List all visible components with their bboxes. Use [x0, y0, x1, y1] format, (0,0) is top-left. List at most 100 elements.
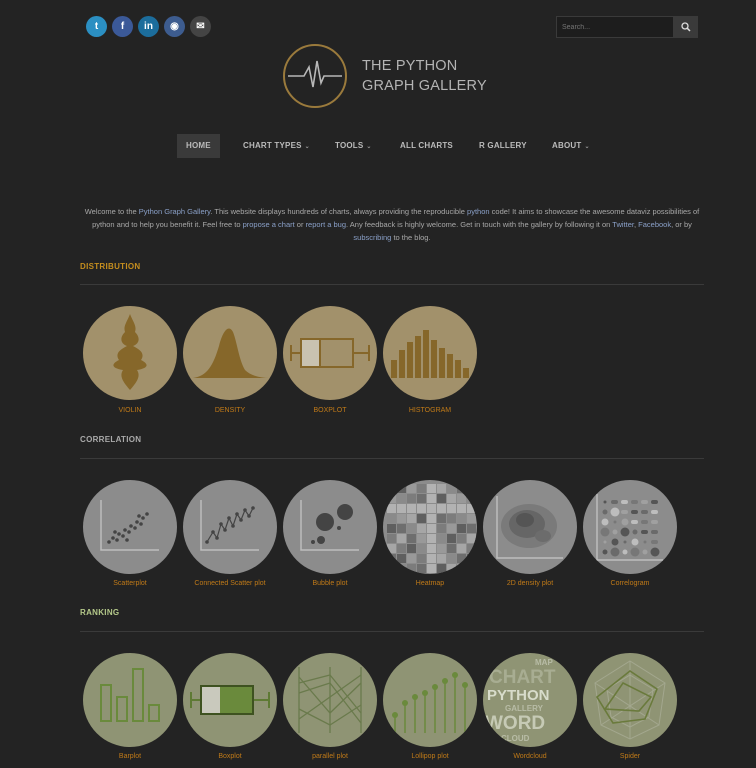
propose-chart-link[interactable]: propose a chart: [243, 220, 295, 229]
subscribe-link[interactable]: subscribing: [353, 233, 391, 242]
facebook-icon[interactable]: f: [112, 16, 133, 37]
nav-chart-types-label: CHART TYPES: [243, 141, 302, 150]
bubble-plot-caption[interactable]: Bubble plot: [275, 580, 385, 587]
site-logo[interactable]: THE PYTHON GRAPH GALLERY: [282, 43, 487, 109]
gallery-link[interactable]: Python Graph Gallery: [139, 207, 211, 216]
scatterplot-thumbnail[interactable]: [83, 480, 177, 574]
correlogram-caption[interactable]: Correlogram: [575, 580, 685, 587]
parallel-plot-caption[interactable]: parallel plot: [275, 753, 385, 760]
search-input[interactable]: [556, 16, 674, 38]
heatmap-cell: [467, 484, 476, 493]
barplot-caption[interactable]: Barplot: [75, 753, 185, 760]
nav-home[interactable]: HOME: [177, 134, 220, 158]
nav-tools[interactable]: TOOLS ⌄: [335, 134, 372, 158]
correlogram-cell: [651, 500, 658, 504]
heatmap-cell: [447, 524, 456, 533]
heatmap-cell: [447, 484, 456, 493]
spider-thumbnail[interactable]: [583, 653, 677, 747]
report-bug-link[interactable]: report a bug: [306, 220, 346, 229]
heatmap-cell: [407, 514, 416, 523]
section-title-correlation: CORRELATION: [80, 435, 142, 444]
nav-r-gallery[interactable]: R GALLERY: [479, 134, 527, 158]
heatmap-cell: [397, 494, 406, 503]
heatmap-cell: [457, 524, 466, 533]
spider-caption[interactable]: Spider: [575, 753, 685, 760]
scatterplot-caption[interactable]: Scatterplot: [75, 580, 185, 587]
search-button[interactable]: [674, 16, 698, 38]
density-caption[interactable]: DENSITY: [175, 407, 285, 414]
correlogram-cell: [651, 530, 658, 534]
heatmap-cell: [417, 564, 426, 573]
wordcloud-thumbnail[interactable]: MAP CHART PYTHON GALLERY WORD CLOUD: [483, 653, 577, 747]
heatmap-cell: [417, 514, 426, 523]
facebook-link[interactable]: Facebook: [638, 220, 671, 229]
correlogram-dot: [630, 547, 640, 557]
heatmap-cell: [417, 554, 426, 563]
histogram-thumbnail[interactable]: [383, 306, 477, 400]
violin-thumbnail[interactable]: [83, 306, 177, 400]
wordcloud-caption[interactable]: Wordcloud: [475, 753, 585, 760]
heatmap-cell: [417, 494, 426, 503]
violin-caption[interactable]: VIOLIN: [75, 407, 185, 414]
divider: [80, 631, 704, 632]
heatmap-cell: [387, 504, 396, 513]
boxplot-caption[interactable]: BOXPLOT: [275, 407, 385, 414]
nav-all-charts-label: ALL CHARTS: [400, 141, 453, 150]
lollipop-plot-thumbnail[interactable]: [383, 653, 477, 747]
heatmap-caption[interactable]: Heatmap: [375, 580, 485, 587]
twitter-icon[interactable]: t: [86, 16, 107, 37]
intro-text-4: or: [294, 220, 306, 229]
barplot-thumbnail[interactable]: [83, 653, 177, 747]
github-icon[interactable]: ◉: [164, 16, 185, 37]
heatmap-cell: [437, 554, 446, 563]
nav-chart-types[interactable]: CHART TYPES ⌄: [243, 134, 310, 158]
bubble-plot-thumbnail[interactable]: [283, 480, 377, 574]
connected-scatter-thumbnail[interactable]: [183, 480, 277, 574]
intro-text: Welcome to the Python Graph Gallery. Thi…: [80, 205, 704, 244]
nav-r-gallery-label: R GALLERY: [479, 141, 527, 150]
heatmap-cell: [427, 534, 436, 543]
heatmap-cell: [407, 484, 416, 493]
correlogram-thumbnail[interactable]: [583, 480, 677, 574]
parallel-plot-thumbnail[interactable]: [283, 653, 377, 747]
heatmap-cell: [407, 554, 416, 563]
density-thumbnail[interactable]: [183, 306, 277, 400]
ranking-boxplot-caption[interactable]: Boxplot: [175, 753, 285, 760]
nav-tools-label: TOOLS: [335, 141, 364, 150]
heatmap-cell: [427, 504, 436, 513]
heatmap-cell: [387, 554, 396, 563]
heatmap-cell: [467, 544, 476, 553]
boxplot-thumbnail[interactable]: [283, 306, 377, 400]
heatmap-cell: [467, 514, 476, 523]
correlogram-dot: [603, 540, 607, 544]
heatmap-thumbnail[interactable]: [383, 480, 477, 574]
nav-about[interactable]: ABOUT ⌄: [552, 134, 590, 158]
heatmap-cell: [437, 494, 446, 503]
histogram-caption[interactable]: HISTOGRAM: [375, 407, 485, 414]
correlogram-dot: [643, 540, 647, 544]
chevron-down-icon: ⌄: [584, 144, 590, 150]
wordcloud-word: MAP: [535, 658, 553, 667]
linkedin-icon[interactable]: in: [138, 16, 159, 37]
ranking-boxplot-thumbnail[interactable]: [183, 653, 277, 747]
heatmap-cell: [437, 484, 446, 493]
correlogram-cell: [651, 540, 658, 544]
intro-text-5: . Any feedback is highly welcome. Get in…: [346, 220, 613, 229]
2d-density-caption[interactable]: 2D density plot: [475, 580, 585, 587]
python-link[interactable]: python: [467, 207, 490, 216]
connected-scatter-caption[interactable]: Connected Scatter plot: [175, 580, 285, 587]
mail-icon[interactable]: ✉: [190, 16, 211, 37]
heatmap-cell: [467, 504, 476, 513]
twitter-link[interactable]: Twitter: [612, 220, 634, 229]
nav-all-charts[interactable]: ALL CHARTS: [400, 134, 453, 158]
lollipop-plot-caption[interactable]: Lollipop plot: [375, 753, 485, 760]
correlogram-dot: [603, 500, 607, 504]
correlogram-dot: [602, 509, 608, 515]
2d-density-thumbnail[interactable]: [483, 480, 577, 574]
heatmap-cell: [457, 484, 466, 493]
correlogram-dot: [612, 529, 618, 535]
correlogram-cell: [631, 520, 638, 524]
heatmap-cell: [437, 524, 446, 533]
intro-text-7: , or by: [671, 220, 692, 229]
heatmap-cell: [467, 494, 476, 503]
